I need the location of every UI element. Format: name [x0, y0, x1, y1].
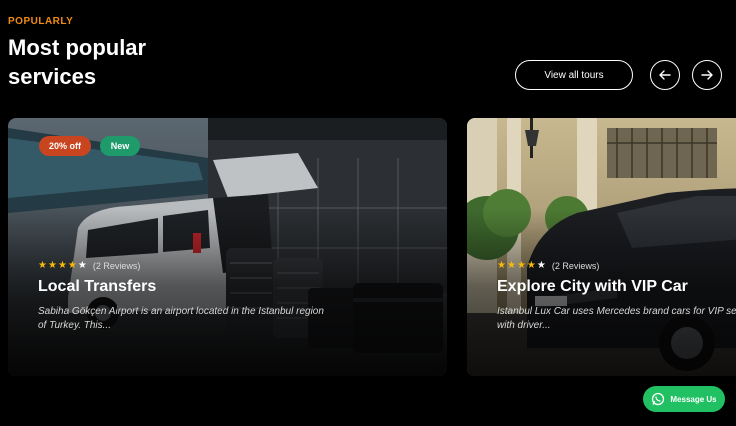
carousel-prev-button[interactable]: [650, 60, 680, 90]
star-filled-icon: ★: [38, 260, 47, 271]
card-overlay: [8, 118, 447, 376]
star-filled-icon: ★: [497, 260, 506, 271]
card-description: Sabiha Gökçen Airport is an airport loca…: [38, 306, 324, 331]
rating: ★ ★ ★ ★ ★ (2 Reviews): [38, 260, 141, 272]
service-card-local-transfers[interactable]: 20% off New ★ ★ ★ ★ ★ (2 Reviews) Local …: [8, 118, 447, 376]
discount-badge: 20% off: [39, 136, 91, 156]
rating: ★ ★ ★ ★ ★ (2 Reviews): [497, 260, 600, 272]
new-badge: New: [100, 136, 140, 156]
star-filled-icon: ★: [516, 260, 526, 271]
star-filled-icon: ★: [47, 260, 57, 271]
arrow-left-icon: [659, 70, 671, 80]
view-all-tours-button[interactable]: View all tours: [515, 60, 633, 90]
message-us-button[interactable]: Message Us: [643, 386, 725, 412]
star-filled-icon: ★: [67, 260, 77, 271]
card-overlay: [467, 118, 736, 376]
service-card-vip-car[interactable]: ★ ★ ★ ★ ★ (2 Reviews) Explore City with …: [467, 118, 736, 376]
card-title[interactable]: Explore City with VIP Car: [497, 278, 688, 296]
review-count: (2 Reviews): [551, 261, 600, 271]
star-filled-icon: ★: [526, 260, 536, 271]
card-description: Istanbul Lux Car uses Mercedes brand car…: [497, 306, 736, 331]
carousel-next-button[interactable]: [692, 60, 722, 90]
whatsapp-icon: [652, 392, 665, 406]
star-empty-icon: ★: [536, 260, 546, 271]
star-filled-icon: ★: [506, 260, 516, 271]
section-eyebrow: POPULARLY: [8, 16, 74, 27]
message-us-label: Message Us: [670, 394, 717, 404]
star-empty-icon: ★: [77, 260, 87, 271]
card-title[interactable]: Local Transfers: [38, 278, 156, 296]
star-filled-icon: ★: [57, 260, 67, 271]
section-title: Most popular services: [8, 35, 147, 89]
arrow-right-icon: [701, 70, 713, 80]
review-count: (2 Reviews): [92, 261, 141, 271]
